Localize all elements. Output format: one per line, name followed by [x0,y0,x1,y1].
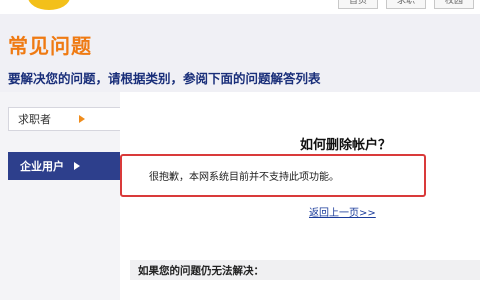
sidebar: 求职者 企业用户 [0,92,121,300]
site-logo[interactable] [28,0,70,10]
caret-right-icon [74,162,80,170]
top-nav: 首页 求职 校园 [337,0,474,9]
back-link[interactable]: 返回上一页>> [309,204,376,219]
nav-campus-button[interactable]: 校园 [433,0,474,9]
page-subtitle: 要解决您的问题，请根据类别，参阅下面的问题解答列表 [8,71,321,86]
nav-jobs-button[interactable]: 求职 [385,0,426,9]
answer-box: 很抱歉，本网系统目前并不支持此项功能。 [120,154,426,197]
help-heading: 如果您的问题仍无法解决： [138,265,264,277]
sidebar-item-job-seeker[interactable]: 求职者 [8,107,121,131]
main-content: 如何删除帐户？ 很抱歉，本网系统目前并不支持此项功能。 返回上一页>> 如果您的… [120,92,480,300]
question-title: 如何删除帐户？ [300,138,392,153]
caret-right-icon [79,115,85,123]
nav-home-button[interactable]: 首页 [337,0,378,9]
nav-campus-label: 校园 [444,0,463,6]
help-bar: 如果您的问题仍无法解决： [130,260,480,280]
sidebar-item-label: 求职者 [18,113,51,126]
nav-jobs-label: 求职 [396,0,415,6]
nav-home-label: 首页 [348,0,367,6]
sidebar-item-label: 企业用户 [20,160,64,173]
answer-text: 很抱歉，本网系统目前并不支持此项功能。 [149,172,339,183]
page-title: 常见问题 [8,34,92,58]
top-strip: 首页 求职 校园 [0,0,480,14]
sidebar-item-company-user[interactable]: 企业用户 [8,152,120,180]
